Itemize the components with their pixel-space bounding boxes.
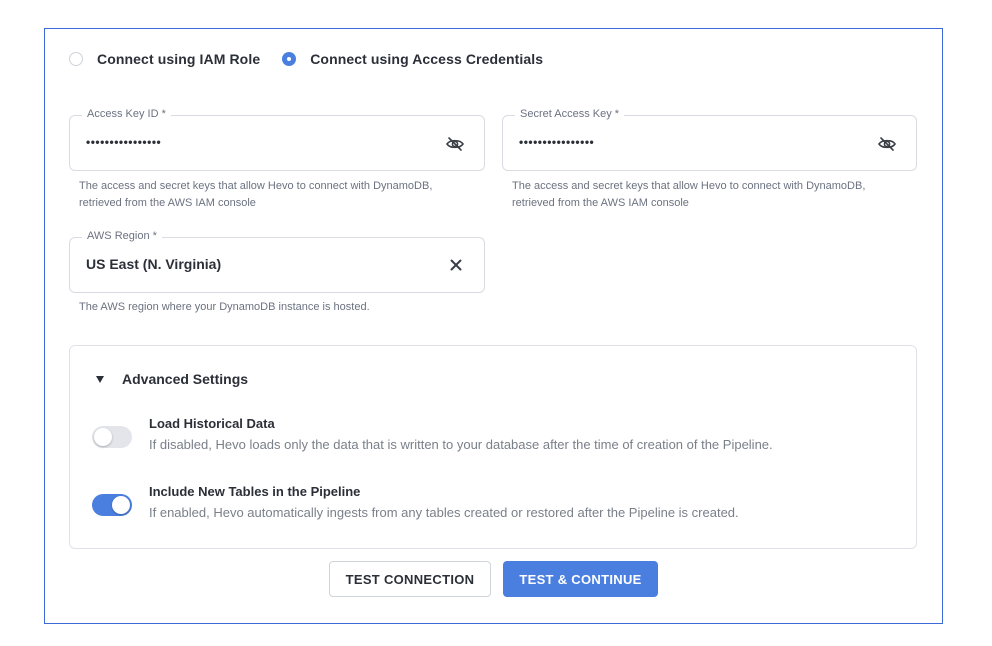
secret-key-value: •••••••••••••••• xyxy=(519,135,595,149)
eye-slash-icon[interactable] xyxy=(444,133,466,155)
radio-access-credentials-label: Connect using Access Credentials xyxy=(310,51,544,67)
access-key-hint-line1: The access and secret keys that allow He… xyxy=(79,180,433,192)
caret-down-icon xyxy=(96,375,104,383)
advanced-settings-toggle[interactable]: Advanced Settings xyxy=(96,371,248,387)
eye-slash-icon[interactable] xyxy=(876,133,898,155)
secret-key-hint-line1: The access and secret keys that allow He… xyxy=(512,180,866,192)
close-icon[interactable] xyxy=(446,255,466,275)
secret-key-hint: The access and secret keys that allow He… xyxy=(512,178,865,212)
secret-key-hint-line2: retrieved from the AWS IAM console xyxy=(512,197,689,209)
advanced-settings-title: Advanced Settings xyxy=(122,371,249,387)
radio-checked-icon xyxy=(282,52,297,66)
access-key-hint: The access and secret keys that allow He… xyxy=(79,178,432,212)
radio-unchecked-icon xyxy=(69,52,83,66)
connection-mode-group: Connect using IAM Role Connect using Acc… xyxy=(69,51,565,67)
aws-region-hint: The AWS region where your DynamoDB insta… xyxy=(79,301,370,313)
aws-region-value: US East (N. Virginia) xyxy=(86,256,222,272)
include-new-tables-description: If enabled, Hevo automatically ingests f… xyxy=(149,505,739,520)
aws-region-field[interactable]: AWS Region * US East (N. Virginia) xyxy=(69,230,485,293)
switch-knob xyxy=(112,496,130,514)
source-config-panel: Connect using IAM Role Connect using Acc… xyxy=(44,28,943,624)
secret-key-field[interactable]: Secret Access Key * •••••••••••••••• xyxy=(502,108,917,171)
setting-include-new-tables: Include New Tables in the Pipeline If en… xyxy=(92,484,739,520)
advanced-settings-section: Advanced Settings Load Historical Data I… xyxy=(69,345,917,549)
test-connection-button[interactable]: TEST CONNECTION xyxy=(329,561,491,597)
include-new-tables-switch[interactable] xyxy=(92,494,132,516)
load-historical-data-title: Load Historical Data xyxy=(149,416,275,431)
radio-iam-role[interactable]: Connect using IAM Role xyxy=(69,51,260,67)
radio-iam-role-label: Connect using IAM Role xyxy=(97,51,261,67)
access-key-label: Access Key ID * xyxy=(82,108,171,120)
setting-load-historical-data: Load Historical Data If disabled, Hevo l… xyxy=(92,416,773,452)
access-key-field[interactable]: Access Key ID * •••••••••••••••• xyxy=(69,108,485,171)
load-historical-data-description: If disabled, Hevo loads only the data th… xyxy=(149,437,773,452)
secret-key-label: Secret Access Key * xyxy=(515,108,625,120)
test-continue-button[interactable]: TEST & CONTINUE xyxy=(503,561,658,597)
radio-access-credentials[interactable]: Connect using Access Credentials xyxy=(282,51,543,67)
include-new-tables-title: Include New Tables in the Pipeline xyxy=(149,484,361,499)
page: Connect using IAM Role Connect using Acc… xyxy=(0,0,992,646)
load-historical-data-switch[interactable] xyxy=(92,426,132,448)
access-key-hint-line2: retrieved from the AWS IAM console xyxy=(79,197,256,209)
switch-knob xyxy=(94,428,112,446)
access-key-value: •••••••••••••••• xyxy=(86,135,162,149)
aws-region-label: AWS Region * xyxy=(82,230,162,242)
